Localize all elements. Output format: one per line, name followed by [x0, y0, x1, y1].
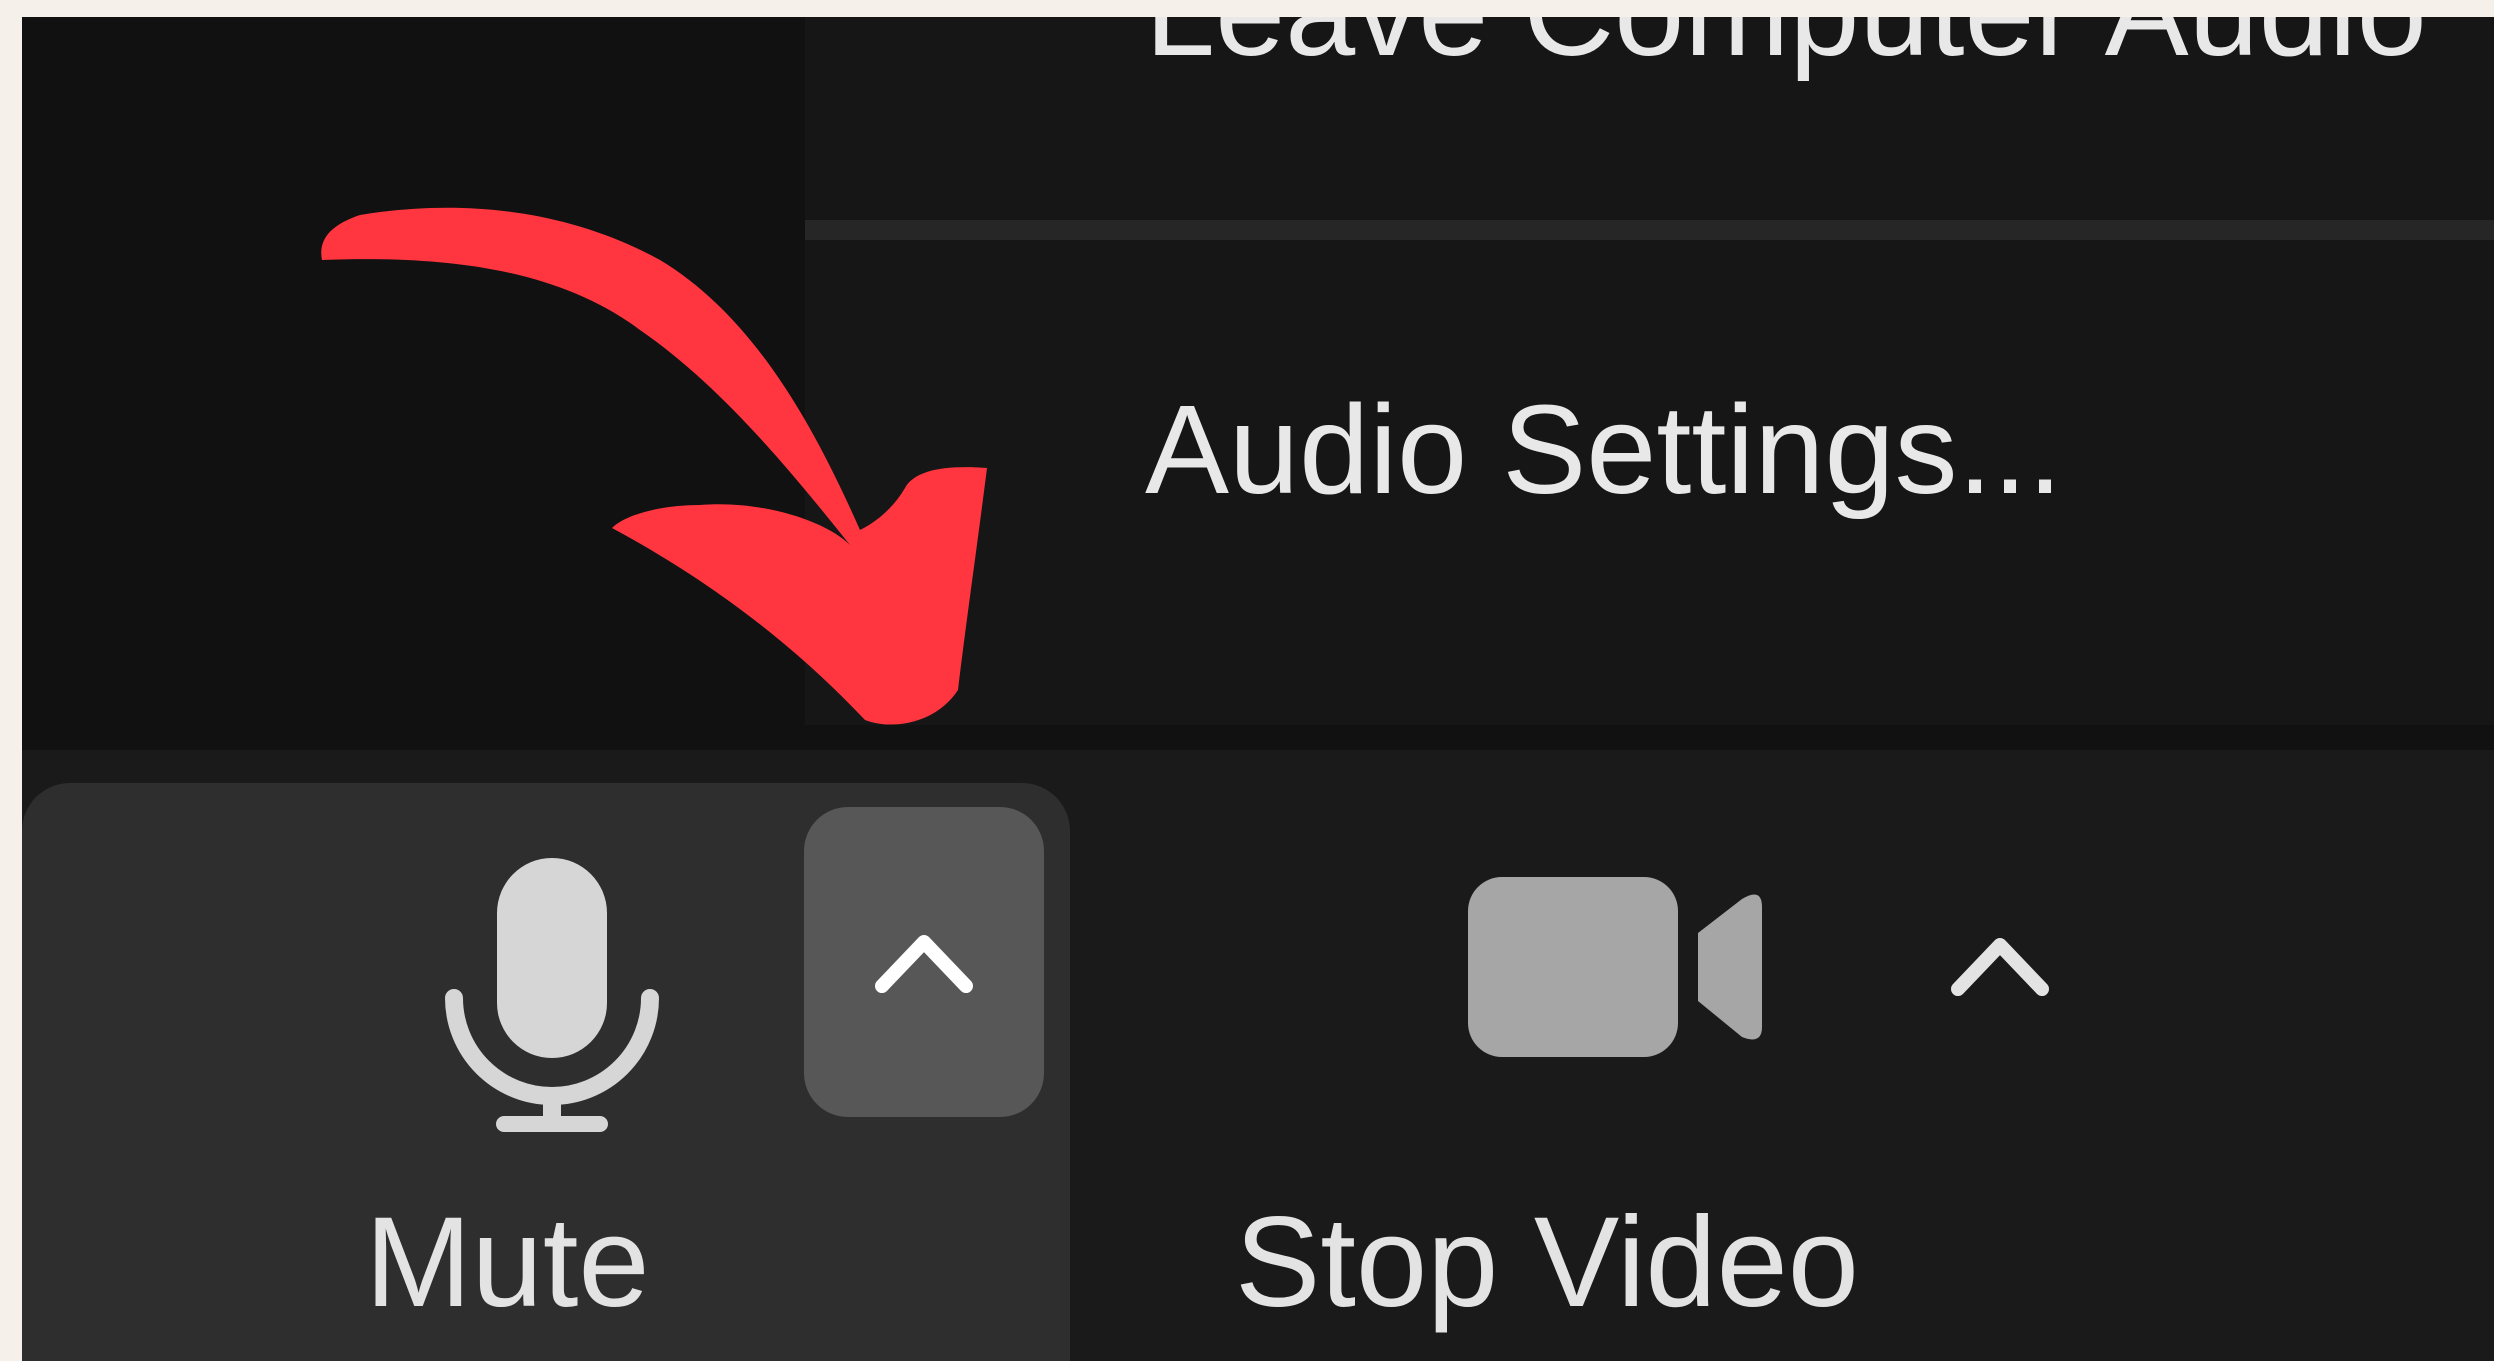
red-arrow-annotation [321, 207, 987, 725]
